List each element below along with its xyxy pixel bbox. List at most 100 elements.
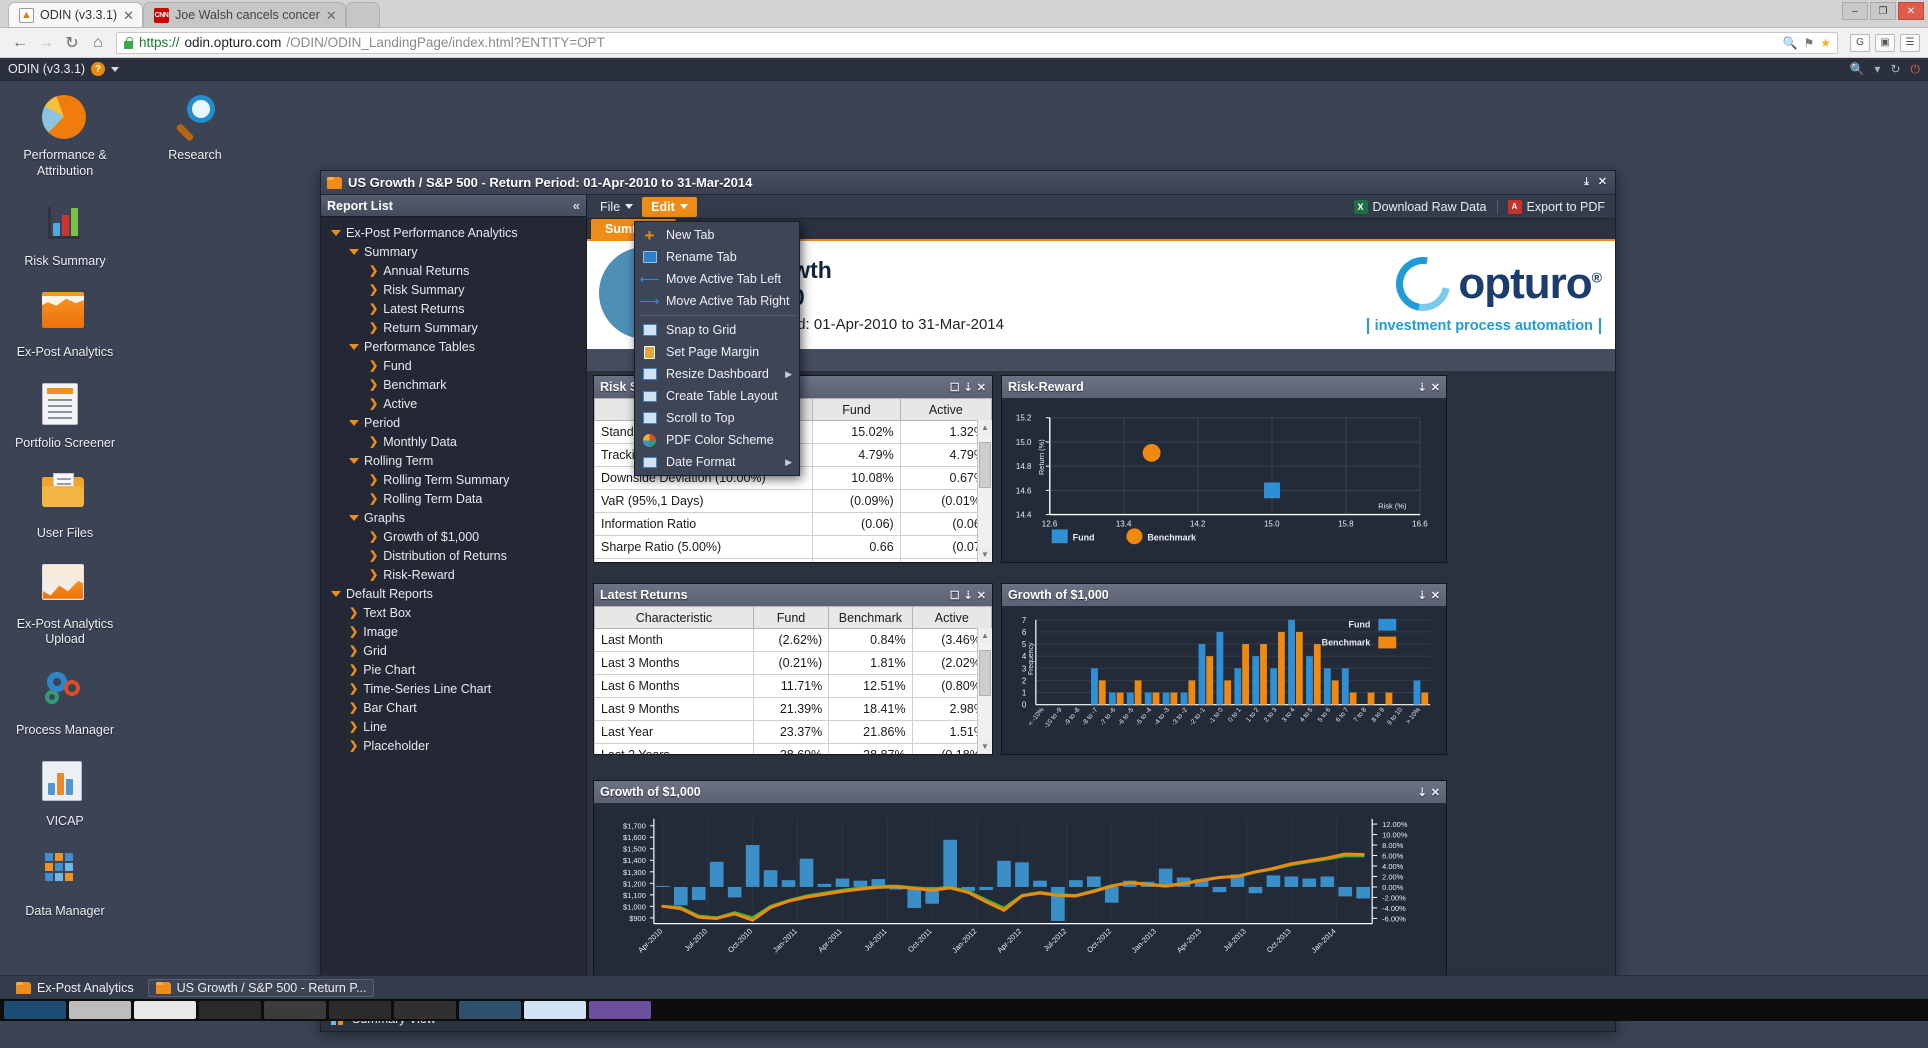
edit-menu-item-date-format[interactable]: Date Format▶ bbox=[635, 451, 799, 473]
tree-node[interactable]: ❯Fund bbox=[321, 356, 586, 375]
edit-menu-item-new-tab[interactable]: +New Tab bbox=[635, 224, 799, 246]
tree-node[interactable]: Performance Tables bbox=[321, 337, 586, 356]
taskbar-app-icon[interactable] bbox=[524, 1001, 586, 1019]
scroll-down-icon[interactable]: ▼ bbox=[978, 547, 992, 562]
tree-node[interactable]: ❯Rolling Term Summary bbox=[321, 470, 586, 489]
scroll-up-icon[interactable]: ▲ bbox=[978, 628, 992, 643]
edit-menu-item-resize-dashboard[interactable]: Resize Dashboard▶ bbox=[635, 363, 799, 385]
table-row[interactable]: VaR (95%,1 Days)(0.09%)(0.01%) bbox=[595, 490, 992, 513]
launcher-item-ex-post-analytics[interactable]: Ex-Post Analytics bbox=[0, 292, 130, 361]
tree-node[interactable]: ❯Pie Chart bbox=[321, 660, 586, 679]
taskbar-app-icon[interactable] bbox=[4, 1001, 66, 1019]
tree-node[interactable]: ❯Return Summary bbox=[321, 318, 586, 337]
launcher-item-portfolio-screener[interactable]: Portfolio Screener bbox=[0, 383, 130, 452]
pin-icon[interactable]: ⇣ bbox=[1418, 381, 1427, 394]
chevron-down-icon[interactable] bbox=[111, 67, 119, 72]
maximize-button[interactable]: ❐ bbox=[1870, 2, 1896, 20]
pin-icon[interactable]: ⇣ bbox=[1418, 786, 1427, 799]
close-window-button[interactable]: ✕ bbox=[1898, 2, 1924, 20]
bookmark-flag-icon[interactable]: ⚑ bbox=[1803, 36, 1814, 50]
column-header[interactable]: Benchmark bbox=[829, 607, 912, 629]
launcher-item-data-manager[interactable]: Data Manager bbox=[0, 851, 130, 920]
vertical-scrollbar[interactable]: ▲ ▼ bbox=[977, 420, 992, 562]
tree-node[interactable]: ❯Text Box bbox=[321, 603, 586, 622]
tree-node[interactable]: ❯Grid bbox=[321, 641, 586, 660]
search-icon[interactable]: 🔍 bbox=[1849, 62, 1864, 76]
table-row[interactable]: Last Month(2.62%)0.84%(3.46%) bbox=[595, 629, 992, 652]
tree-node[interactable]: Graphs bbox=[321, 508, 586, 527]
tree-node[interactable]: ❯Placeholder bbox=[321, 736, 586, 755]
tree-node[interactable]: ❯Rolling Term Data bbox=[321, 489, 586, 508]
table-row[interactable]: Last 3 Months(0.21%)1.81%(2.02%) bbox=[595, 652, 992, 675]
close-icon[interactable]: ✕ bbox=[326, 9, 337, 22]
table-row[interactable]: Last 9 Months21.39%18.41%2.98% bbox=[595, 698, 992, 721]
launcher-item-performance-attribution[interactable]: Performance & Attribution bbox=[0, 95, 130, 179]
taskbar-app-icon[interactable] bbox=[394, 1001, 456, 1019]
menu-edit[interactable]: Edit bbox=[642, 197, 697, 217]
pin-icon[interactable]: ⇣ bbox=[964, 381, 973, 394]
reload-icon[interactable]: ↻ bbox=[60, 31, 84, 55]
help-icon[interactable]: ? bbox=[91, 62, 105, 76]
tree-node[interactable]: ❯Active bbox=[321, 394, 586, 413]
refresh-icon[interactable]: ↻ bbox=[1890, 62, 1900, 76]
column-header[interactable]: Active bbox=[912, 607, 991, 629]
launcher-item-risk-summary[interactable]: Risk Summary bbox=[0, 201, 130, 270]
extension-g-icon[interactable]: G bbox=[1850, 34, 1870, 52]
edit-menu-item-move-active-tab-left[interactable]: ⟵Move Active Tab Left bbox=[635, 268, 799, 290]
tree-node[interactable]: ❯Distribution of Returns bbox=[321, 546, 586, 565]
star-icon[interactable]: ★ bbox=[1820, 36, 1831, 50]
launcher-item-vicap[interactable]: VICAP bbox=[0, 761, 130, 830]
launcher-item-user-files[interactable]: User Files bbox=[0, 473, 130, 542]
table-row[interactable]: Last Year23.37%21.86%1.51% bbox=[595, 721, 992, 744]
pin-icon[interactable]: ⤓ bbox=[1580, 176, 1593, 189]
edit-menu-item-pdf-color-scheme[interactable]: PDF Color Scheme bbox=[635, 429, 799, 451]
zoom-search-icon[interactable]: 🔍 bbox=[1783, 36, 1798, 50]
restore-icon[interactable]: ☐ bbox=[950, 589, 960, 602]
scrollbar-thumb[interactable] bbox=[979, 442, 991, 488]
edit-menu-item-rename-tab[interactable]: Rename Tab bbox=[635, 246, 799, 268]
taskbar-app-icon[interactable] bbox=[69, 1001, 131, 1019]
launcher-item-ex-post-analytics-upload[interactable]: Ex-Post Analytics Upload bbox=[0, 564, 130, 648]
taskbar-app-icon[interactable] bbox=[134, 1001, 196, 1019]
edit-menu-item-move-active-tab-right[interactable]: ⟶Move Active Tab Right bbox=[635, 290, 799, 312]
table-row[interactable]: Information Ratio(0.06)(0.06) bbox=[595, 513, 992, 536]
download-raw-data-button[interactable]: X Download Raw Data bbox=[1354, 200, 1487, 214]
tree-node[interactable]: Ex-Post Performance Analytics bbox=[321, 223, 586, 242]
collapse-panel-icon[interactable]: « bbox=[573, 198, 580, 213]
table-row[interactable]: Sharpe Ratio (5.00%)0.66(0.07) bbox=[595, 536, 992, 559]
taskbar-app-icon[interactable] bbox=[329, 1001, 391, 1019]
chevron-down-icon[interactable]: ▾ bbox=[1874, 62, 1880, 76]
power-icon[interactable]: ⏻ bbox=[1911, 62, 1921, 77]
new-tab-button[interactable] bbox=[346, 2, 380, 27]
pin-icon[interactable]: ⇣ bbox=[1418, 589, 1427, 602]
taskbar-app-icon[interactable] bbox=[589, 1001, 651, 1019]
close-icon[interactable]: ✕ bbox=[123, 9, 134, 22]
edit-menu-item-snap-to-grid[interactable]: Snap to Grid bbox=[635, 319, 799, 341]
tree-node[interactable]: Default Reports bbox=[321, 584, 586, 603]
tree-node[interactable]: ❯Risk-Reward bbox=[321, 565, 586, 584]
minimize-button[interactable]: – bbox=[1842, 2, 1868, 20]
tree-node[interactable]: ❯Bar Chart bbox=[321, 698, 586, 717]
column-header[interactable]: Fund bbox=[753, 607, 828, 629]
tree-node[interactable]: ❯Latest Returns bbox=[321, 299, 586, 318]
taskbar-app-icon[interactable] bbox=[264, 1001, 326, 1019]
close-icon[interactable]: ✕ bbox=[977, 381, 986, 394]
close-icon[interactable]: ✕ bbox=[1431, 381, 1440, 394]
column-header[interactable]: Fund bbox=[813, 399, 900, 421]
export-to-pdf-button[interactable]: A Export to PDF bbox=[1508, 200, 1606, 214]
tree-node[interactable]: ❯Growth of $1,000 bbox=[321, 527, 586, 546]
edit-menu-item-scroll-to-top[interactable]: Scroll to Top bbox=[635, 407, 799, 429]
table-row[interactable]: Last 6 Months11.71%12.51%(0.80%) bbox=[595, 675, 992, 698]
tree-node[interactable]: ❯Annual Returns bbox=[321, 261, 586, 280]
close-icon[interactable]: ✕ bbox=[1431, 786, 1440, 799]
tree-node[interactable]: ❯Line bbox=[321, 717, 586, 736]
taskbar-app-icon[interactable] bbox=[459, 1001, 521, 1019]
tree-node[interactable]: ❯Monthly Data bbox=[321, 432, 586, 451]
browser-tab-odin[interactable]: ▲ ODIN (v3.3.1) ✕ bbox=[8, 2, 143, 27]
tree-node[interactable]: ❯Time-Series Line Chart bbox=[321, 679, 586, 698]
tree-node[interactable]: ❯Image bbox=[321, 622, 586, 641]
table-row[interactable]: Last 2 Years38.69%38.87%(0.18%) bbox=[595, 744, 992, 755]
taskbar-app-icon[interactable] bbox=[199, 1001, 261, 1019]
back-icon[interactable]: ← bbox=[8, 31, 32, 55]
table-row[interactable]: Sortino Ratio (10.00%)0.41(0.06) bbox=[595, 559, 992, 563]
